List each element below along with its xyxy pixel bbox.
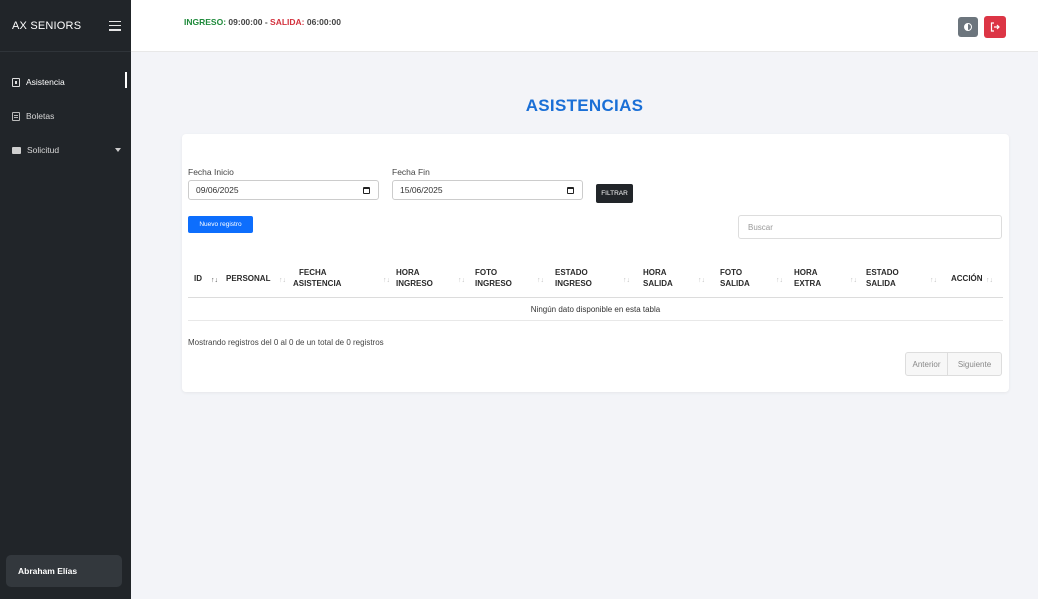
sort-icon: ↑↓	[776, 277, 783, 284]
sidebar-item-label: Solicitud	[27, 145, 60, 155]
next-page-button[interactable]: Siguiente	[948, 353, 1001, 375]
sort-icon: ↑↓	[211, 277, 218, 284]
start-date-input[interactable]: 09/06/2025	[188, 180, 379, 200]
column-label: SALIDA	[720, 279, 750, 288]
sidebar-item-label: Boletas	[26, 111, 55, 121]
end-date-label: Fecha Fin	[392, 167, 430, 177]
sidebar-nav: Asistencia Boletas Solicitud	[0, 52, 131, 158]
logout-icon	[990, 22, 1000, 32]
topbar: INGRESO: 09:00:00 - SALIDA: 06:00:00	[131, 0, 1038, 52]
sidebar: AX SENIORS Asistencia Boletas Solicitud …	[0, 0, 131, 599]
ingreso-time: 09:00:00	[228, 17, 263, 27]
column-label-top: HORA	[643, 268, 667, 277]
end-date-value: 15/06/2025	[400, 185, 443, 195]
column-label: EXTRA	[794, 279, 822, 288]
column-header-estado-salida[interactable]: ESTADO SALIDA ↑↓	[866, 258, 937, 298]
column-header-fecha-asistencia[interactable]: FECHA ASISTENCIA ↑↓	[293, 258, 390, 298]
user-profile-button[interactable]: Abraham Elías	[6, 555, 122, 587]
new-record-button[interactable]: Nuevo registro	[188, 216, 253, 233]
column-header-hora-salida[interactable]: HORA SALIDA ↑↓	[643, 258, 705, 298]
schedule-separator: -	[264, 17, 268, 27]
column-label: ASISTENCIA	[293, 279, 342, 288]
column-label-top: FOTO	[720, 268, 743, 277]
table-info: Mostrando registros del 0 al 0 de un tot…	[188, 338, 384, 347]
column-header-hora-extra[interactable]: HORA EXTRA ↑↓	[794, 258, 857, 298]
table-header: ID ↑↓ PERSONAL ↑↓ FECHA ASISTENCIA ↑↓ HOR…	[188, 258, 1003, 298]
column-header-foto-salida[interactable]: FOTO SALIDA ↑↓	[720, 258, 783, 298]
search-placeholder: Buscar	[748, 222, 773, 232]
column-label: ACCIÓN	[951, 273, 983, 283]
sort-icon: ↑↓	[698, 277, 705, 284]
user-name: Abraham Elías	[18, 566, 78, 576]
ingreso-label: INGRESO:	[184, 17, 227, 27]
work-schedule: INGRESO: 09:00:00 - SALIDA: 06:00:00	[184, 17, 341, 27]
table-empty-row: Ningún dato disponible en esta tabla	[188, 298, 1003, 321]
sidebar-header: AX SENIORS	[0, 0, 131, 52]
sort-icon: ↑↓	[850, 277, 857, 284]
start-date-label: Fecha Inicio	[188, 167, 234, 177]
sort-icon: ↑↓	[537, 277, 544, 284]
column-label: ID	[194, 273, 202, 283]
column-label: INGRESO	[555, 279, 592, 288]
sidebar-item-label: Asistencia	[26, 77, 65, 87]
chevron-down-icon	[115, 148, 121, 152]
calendar-icon[interactable]	[567, 187, 574, 194]
active-indicator	[125, 72, 127, 88]
column-label-top: HORA	[396, 268, 420, 277]
column-header-estado-ingreso[interactable]: ESTADO INGRESO ↑↓	[555, 258, 630, 298]
column-label-top: ESTADO	[866, 268, 899, 277]
column-header-accion[interactable]: ACCIÓN ↑↓	[951, 258, 993, 298]
brand-title: AX SENIORS	[12, 19, 82, 32]
column-header-foto-ingreso[interactable]: FOTO INGRESO ↑↓	[475, 258, 544, 298]
sort-icon: ↑↓	[930, 277, 937, 284]
theme-toggle-button[interactable]	[958, 17, 978, 37]
column-label-top: FECHA	[299, 268, 327, 277]
column-label: INGRESO	[396, 279, 433, 288]
column-label-top: HORA	[794, 268, 818, 277]
calendar-icon[interactable]	[363, 187, 370, 194]
attendance-card: Fecha Inicio 09/06/2025 Fecha Fin 15/06/…	[182, 134, 1009, 392]
id-badge-icon	[12, 77, 20, 87]
sort-icon: ↑↓	[986, 277, 993, 284]
logout-button[interactable]	[984, 16, 1006, 38]
contrast-icon	[964, 23, 972, 31]
sidebar-item-asistencia[interactable]: Asistencia	[0, 72, 131, 90]
column-label: INGRESO	[475, 279, 512, 288]
sort-icon: ↑↓	[279, 277, 286, 284]
column-label-top: ESTADO	[555, 268, 588, 277]
column-label: PERSONAL	[226, 273, 271, 283]
column-header-personal[interactable]: PERSONAL ↑↓	[226, 258, 286, 298]
pagination: Anterior Siguiente	[905, 352, 1002, 376]
salida-label: SALIDA:	[270, 17, 305, 27]
sort-icon: ↑↓	[623, 277, 630, 284]
hamburger-menu-icon[interactable]	[109, 20, 121, 31]
start-date-value: 09/06/2025	[196, 185, 239, 195]
sidebar-item-solicitud[interactable]: Solicitud	[0, 142, 131, 158]
sort-icon: ↑↓	[383, 277, 390, 284]
column-label-top: FOTO	[475, 268, 498, 277]
column-header-hora-ingreso[interactable]: HORA INGRESO ↑↓	[396, 258, 465, 298]
search-input[interactable]: Buscar	[738, 215, 1002, 239]
column-label: SALIDA	[866, 279, 896, 288]
previous-page-button[interactable]: Anterior	[906, 353, 948, 375]
end-date-input[interactable]: 15/06/2025	[392, 180, 583, 200]
sort-icon: ↑↓	[458, 277, 465, 284]
column-header-id[interactable]: ID ↑↓	[194, 258, 218, 298]
folder-icon	[12, 146, 21, 154]
document-icon	[12, 111, 20, 121]
page-title: ASISTENCIAS	[525, 96, 644, 115]
column-label: SALIDA	[643, 279, 673, 288]
filter-button[interactable]: FILTRAR	[596, 184, 633, 203]
empty-message: Ningún dato disponible en esta tabla	[530, 304, 661, 314]
salida-time: 06:00:00	[306, 17, 341, 27]
sidebar-item-boletas[interactable]: Boletas	[0, 108, 131, 124]
